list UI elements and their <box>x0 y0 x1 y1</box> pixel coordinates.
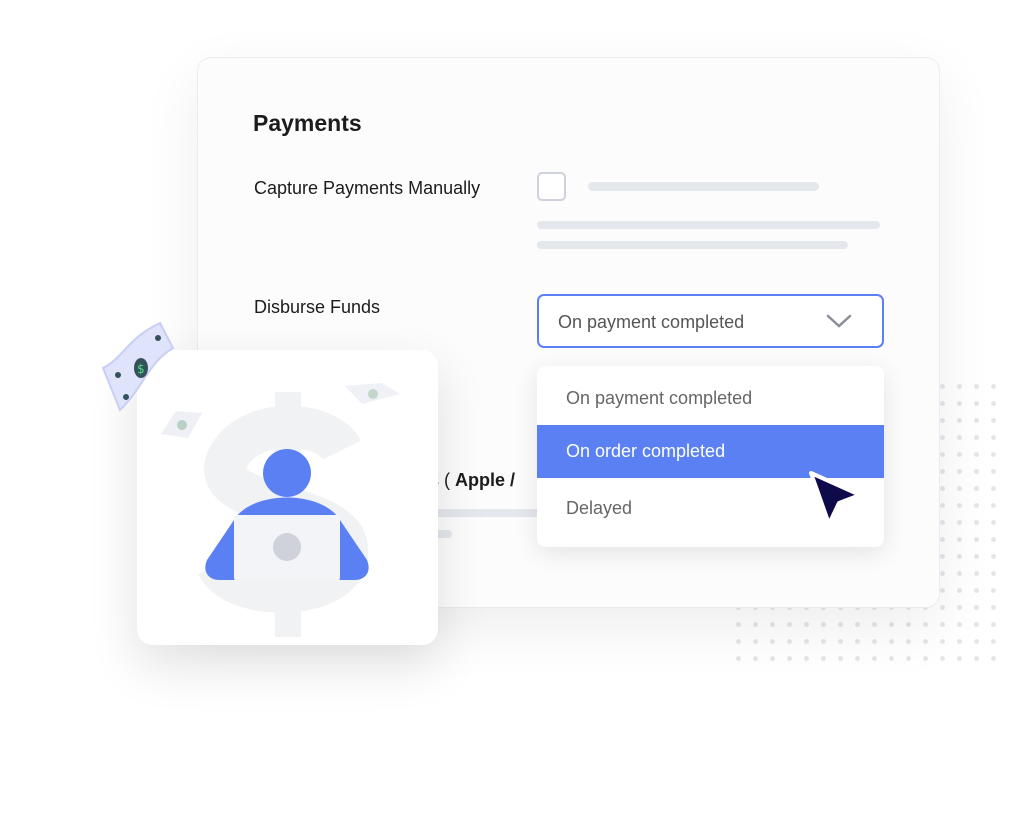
placeholder-line <box>537 221 880 229</box>
cursor-arrow-icon <box>809 471 862 526</box>
page-title: Payments <box>253 110 362 136</box>
capture-payments-checkbox[interactable] <box>537 172 566 201</box>
disburse-funds-label: Disburse Funds <box>254 297 381 317</box>
selected-value: On payment completed <box>558 312 745 332</box>
capture-payments-label: Capture Payments Manually <box>254 178 481 198</box>
placeholder-line <box>537 241 848 249</box>
placeholder-line <box>588 182 819 191</box>
money-bill-icon <box>161 411 202 438</box>
money-bill-icon: $ <box>101 321 175 412</box>
partial-label-bold: Apple / <box>455 470 516 490</box>
chevron-down-icon <box>826 314 852 328</box>
money-bill-icon <box>345 383 400 404</box>
disburse-funds-select[interactable]: On payment completed <box>537 294 884 348</box>
svg-text:$: $ <box>137 362 145 376</box>
option-on-payment-completed[interactable]: On payment completed <box>537 372 884 425</box>
